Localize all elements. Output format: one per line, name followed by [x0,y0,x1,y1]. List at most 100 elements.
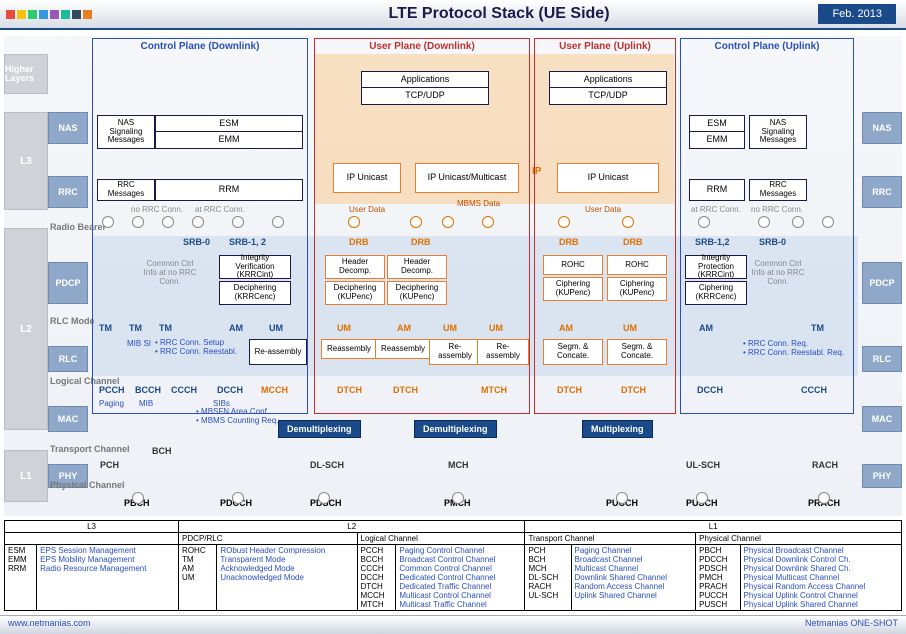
mib-note: MIB [139,399,153,408]
seg1: Segm. & Concate. [543,339,603,365]
seg2: Segm. & Concate. [607,339,667,365]
emm-ul: EMM [689,131,745,149]
ipu-ul: IP Unicast [557,163,659,193]
reasm1: Re-assembly [249,339,307,365]
common-ul: Common Ctrl Info at no RRC Conn. [751,259,805,286]
rrm-ul: RRM [689,179,745,201]
plane-up-dl: User Plane (Downlink) Applications TCP/U… [314,38,530,414]
bcch: BCCH [135,385,161,395]
nas-sig: NAS Signaling Messages [97,115,155,149]
rrc-msg: RRC Messages [97,179,155,201]
ccch-ul: CCCH [801,385,827,395]
at-rrc: at RRC Conn. [195,205,245,214]
reasm2d: Re-assembly [477,339,529,365]
reasm2c: Re-assembly [429,339,481,365]
date-badge: Feb. 2013 [818,4,896,24]
tm4: TM [811,323,824,333]
rrc-msg-ul: RRC Messages [749,179,807,201]
tm2: TM [129,323,142,333]
ud1: User Data [349,205,385,214]
plane-up-ul: User Plane (Uplink) Applications TCP/UDP… [534,38,676,414]
srb12-ul: SRB-1,2 [695,237,730,247]
footer-left: www.netmanias.com [8,618,91,632]
um1: UM [269,323,283,333]
drb4: DRB [623,237,643,247]
ciphu2: Ciphering (KUPenc) [607,277,667,301]
paging: Paging [99,399,124,408]
page-title: LTE Protocol Stack (UE Side) [388,5,609,23]
um5: UM [623,323,637,333]
reasm2b: Reassembly [375,339,431,359]
no-rrc: no RRC Conn. [131,205,183,214]
reasm2a: Reassembly [321,339,377,359]
ciph-ul: Ciphering (KRRCenc) [685,281,747,305]
pdcp-r: PDCP [862,262,902,304]
um4: UM [489,323,503,333]
rrcsetup: • RRC Conn. Setup [155,338,224,347]
ud2: User Data [585,205,621,214]
no-rrc-ul: no RRC Conn. [751,205,803,214]
mbmscnt: • MBMS Counting Req. [196,416,278,425]
demux2: Demultiplexing [414,420,497,438]
iv: Integrity Verification (KRRCint) [219,255,291,279]
decu2: Deciphering (KUPenc) [387,281,447,305]
ipu-dl: IP Unicast [333,163,401,193]
tcp-ul: TCP/UDP [549,87,667,105]
mtch: MTCH [481,385,507,395]
bch: BCH [152,446,172,456]
ipum-dl: IP Unicast/Multicast [415,163,519,193]
mux: Multiplexing [582,420,653,438]
dtch4: DTCH [621,385,646,395]
nas-r: NAS [862,112,902,144]
l3-label: L3 [4,112,48,210]
tm3: TM [159,323,172,333]
dec: Deciphering (KRRCenc) [219,281,291,305]
ulsch: UL-SCH [686,460,720,470]
mibsi: MIB SI [127,339,151,348]
ciphu1: Ciphering (KUPenc) [543,277,603,301]
pdcp-l: PDCP [48,262,88,304]
drb2: DRB [411,237,431,247]
dlsch: DL-SCH [310,460,344,470]
rrcreestreq: • RRC Conn. Reestabl. Req. [743,348,844,357]
um2: UM [337,323,351,333]
rohc1: ROHC [543,255,603,275]
srb12-dl: SRB-1, 2 [229,237,266,247]
mch: MCH [448,460,469,470]
am4: AM [699,323,713,333]
phy-r: PHY [862,464,902,488]
pcch: PCCH [99,385,125,395]
dcch: DCCH [217,385,243,395]
rrc-r: RRC [862,176,902,208]
tm1: TM [99,323,112,333]
demux1: Demultiplexing [278,420,361,438]
am2: AM [397,323,411,333]
rrc-l: RRC [48,176,88,208]
mac-r: MAC [862,406,902,432]
tcp-dl: TCP/UDP [361,87,489,105]
dcch-ul: DCCH [697,385,723,395]
srb0-ul: SRB-0 [759,237,786,247]
l1-label: L1 [4,450,48,502]
am3: AM [559,323,573,333]
srb0-dl: SRB-0 [183,237,210,247]
rlc-r: RLC [862,346,902,372]
footer: www.netmanias.com Netmanias ONE-SHOT [0,615,906,634]
um3: UM [443,323,457,333]
emm: EMM [155,131,303,149]
rlc-l: RLC [48,346,88,372]
mbms: MBMS Data [457,199,500,208]
footer-right: Netmanias ONE-SHOT [805,618,898,632]
at-rrc-ul: at RRC Conn. [691,205,741,214]
drb1: DRB [349,237,369,247]
ccch: CCCH [171,385,197,395]
row-rlcmode: RLC Mode [50,316,95,326]
header: LTE Protocol Stack (UE Side) Feb. 2013 [0,0,906,30]
rach: RACH [812,460,838,470]
rrcreq: • RRC Conn. Req. [743,339,808,348]
hd1: Header Decomp. [325,255,385,279]
nas-l: NAS [48,112,88,144]
hd2: Header Decomp. [387,255,447,279]
higher-layers-label: Higher Layers [4,54,48,94]
am1: AM [229,323,243,333]
